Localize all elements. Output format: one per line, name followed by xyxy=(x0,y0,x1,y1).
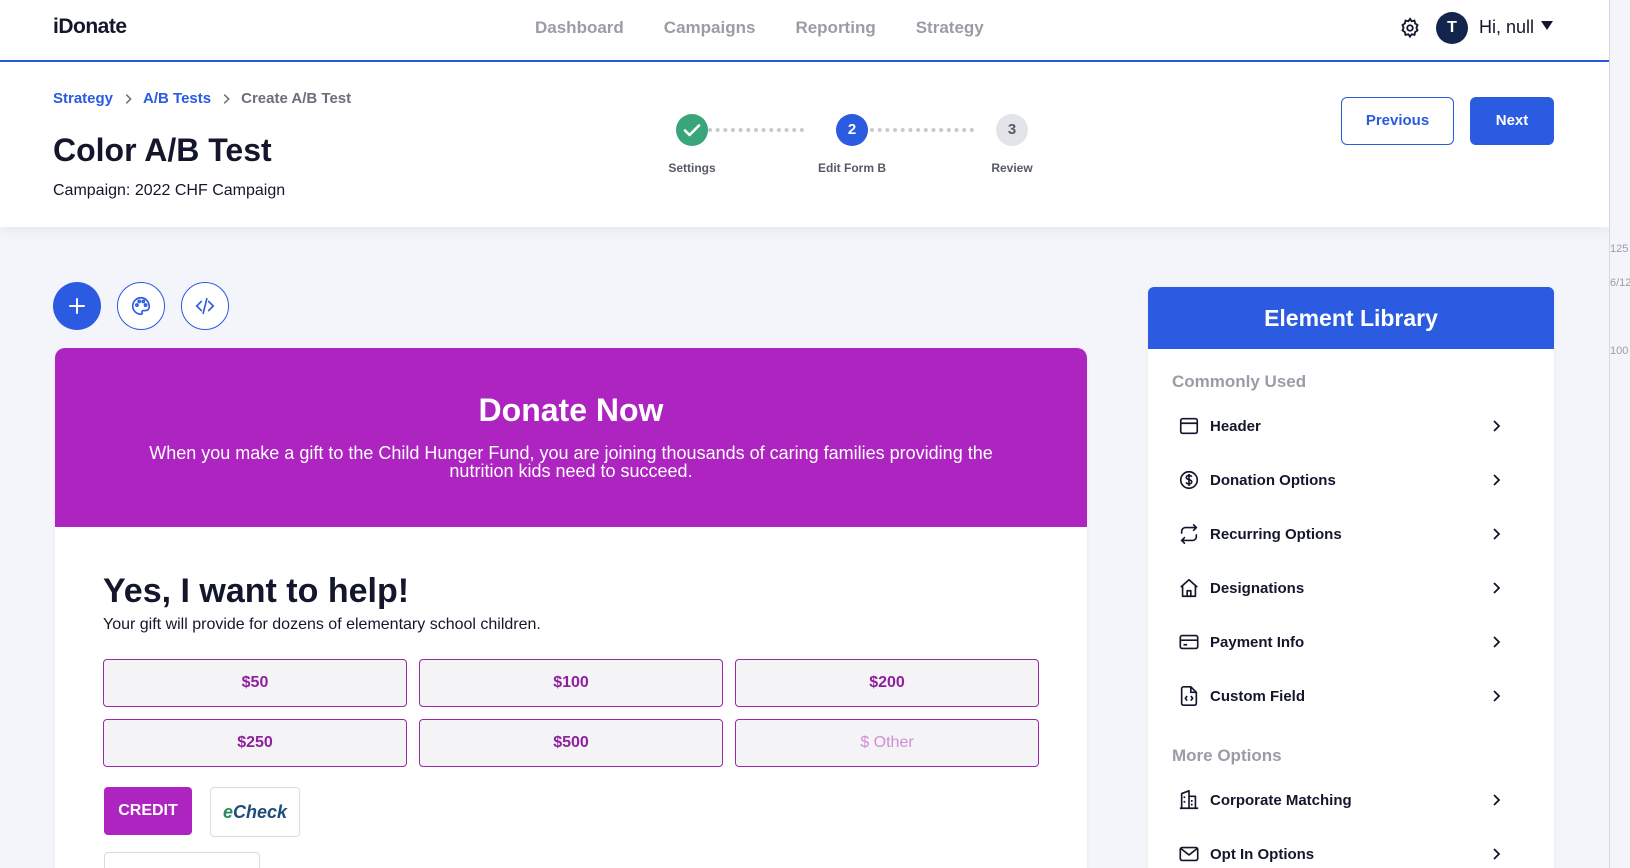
library-item-opt-in-options[interactable]: Opt In Options xyxy=(1172,834,1518,868)
chevron-right-icon xyxy=(1493,582,1501,594)
step-3-upcoming[interactable]: 3 xyxy=(996,114,1028,146)
next-button[interactable]: Next xyxy=(1470,97,1554,145)
chevron-right-icon xyxy=(1493,474,1501,486)
gear-icon[interactable] xyxy=(1399,17,1421,39)
library-item-payment-info[interactable]: Payment Info xyxy=(1172,622,1518,662)
library-item-label: Header xyxy=(1210,417,1261,435)
main-nav: Dashboard Campaigns Reporting Strategy xyxy=(535,18,984,38)
breadcrumb: Strategy A/B Tests Create A/B Test xyxy=(53,90,351,107)
code-button[interactable] xyxy=(181,282,229,330)
library-item-custom-field[interactable]: Custom Field xyxy=(1172,676,1518,716)
nav-reporting[interactable]: Reporting xyxy=(795,18,875,38)
library-item-header[interactable]: Header xyxy=(1172,406,1518,446)
adjacent-window-edge xyxy=(1609,0,1630,868)
form-preview: Donate Now When you make a gift to the C… xyxy=(55,348,1087,868)
library-title: Element Library xyxy=(1148,287,1554,349)
section-more-options: More Options xyxy=(1172,746,1282,765)
library-item-label: Donation Options xyxy=(1210,471,1336,489)
form-subheading: Your gift will provide for dozens of ele… xyxy=(103,616,541,633)
nav-dashboard[interactable]: Dashboard xyxy=(535,18,624,38)
edge-fragment: 6/12 xyxy=(1610,277,1630,289)
form-heading: Yes, I want to help! xyxy=(103,572,410,610)
chevron-right-icon xyxy=(1493,690,1501,702)
section-commonly-used: Commonly Used xyxy=(1172,372,1307,391)
chevron-right-icon xyxy=(125,93,132,104)
user-greeting[interactable]: Hi, null xyxy=(1479,17,1534,38)
caret-down-icon[interactable] xyxy=(1541,21,1553,30)
library-item-corporate-matching[interactable]: Corporate Matching xyxy=(1172,780,1518,820)
step-3-label: Review xyxy=(991,161,1033,175)
campaign-label: Campaign: xyxy=(53,182,131,199)
repeat-icon xyxy=(1180,524,1198,544)
code-icon xyxy=(195,297,215,315)
form-field[interactable] xyxy=(104,852,260,868)
banner-title: Donate Now xyxy=(478,392,664,428)
page-title: Color A/B Test xyxy=(53,132,272,168)
chevron-right-icon xyxy=(1493,848,1501,860)
echeck-payment-button[interactable]: eCheck xyxy=(210,787,300,837)
library-item-label: Designations xyxy=(1210,579,1305,597)
breadcrumb-current: Create A/B Test xyxy=(241,90,352,107)
step-2-active[interactable]: 2 xyxy=(836,114,868,146)
breadcrumb-strategy[interactable]: Strategy xyxy=(53,90,113,107)
echeck-prefix: e xyxy=(222,802,233,822)
file-code-icon xyxy=(1180,686,1198,706)
campaign-name: 2022 CHF Campaign xyxy=(134,182,286,199)
step-connector xyxy=(708,128,804,132)
form-banner[interactable]: Donate Now When you make a gift to the C… xyxy=(55,348,1087,527)
library-item-designations[interactable]: Designations xyxy=(1172,568,1518,608)
chevron-right-icon xyxy=(1493,528,1501,540)
dollar-circle-icon xyxy=(1179,470,1199,490)
credit-payment-button[interactable]: CREDIT xyxy=(104,787,192,835)
building-icon xyxy=(1179,790,1199,810)
banner-text: When you make a gift to the Child Hunger… xyxy=(149,443,993,481)
amount-option[interactable]: $50 xyxy=(103,659,407,707)
library-item-label: Recurring Options xyxy=(1210,525,1342,543)
home-icon xyxy=(1180,578,1198,598)
library-item-label: Opt In Options xyxy=(1210,845,1315,863)
chevron-right-icon xyxy=(223,93,230,104)
library-item-donation-options[interactable]: Donation Options xyxy=(1172,460,1518,500)
amount-option[interactable]: $500 xyxy=(419,719,723,767)
amount-option[interactable]: $100 xyxy=(419,659,723,707)
library-item-label: Corporate Matching xyxy=(1210,791,1352,809)
avatar[interactable]: T xyxy=(1436,12,1468,44)
add-element-button[interactable] xyxy=(53,282,101,330)
palette-icon xyxy=(132,296,151,316)
library-item-recurring-options[interactable]: Recurring Options xyxy=(1172,514,1518,554)
credit-card-icon xyxy=(1179,634,1199,650)
top-nav: iDonate Dashboard Campaigns Reporting St… xyxy=(0,0,1609,62)
chevron-right-icon xyxy=(1493,794,1501,806)
check-icon xyxy=(683,124,701,137)
app-logo[interactable]: iDonate xyxy=(53,15,127,39)
step-1-label: Settings xyxy=(668,161,716,175)
page-header: Strategy A/B Tests Create A/B Test Color… xyxy=(0,62,1609,227)
other-amount-input[interactable]: $ Other xyxy=(735,719,1039,767)
element-library: Element Library Commonly Used Header Don… xyxy=(1148,287,1554,868)
library-item-label: Payment Info xyxy=(1210,633,1305,651)
library-item-label: Custom Field xyxy=(1210,687,1306,705)
step-connector xyxy=(870,128,974,132)
nav-strategy[interactable]: Strategy xyxy=(916,18,984,38)
chevron-right-icon xyxy=(1493,420,1501,432)
amount-option[interactable]: $250 xyxy=(103,719,407,767)
amount-option[interactable]: $200 xyxy=(735,659,1039,707)
breadcrumb-ab-tests[interactable]: A/B Tests xyxy=(143,90,211,107)
nav-campaigns[interactable]: Campaigns xyxy=(664,18,756,38)
layout-icon xyxy=(1179,417,1199,435)
edge-fragment: 100 xyxy=(1610,345,1629,357)
mail-icon xyxy=(1179,846,1199,862)
previous-button[interactable]: Previous xyxy=(1341,97,1454,145)
step-2-label: Edit Form B xyxy=(818,161,886,175)
theme-button[interactable] xyxy=(117,282,165,330)
echeck-label: Check xyxy=(232,802,288,822)
plus-icon xyxy=(69,298,85,314)
edge-fragment: 125 xyxy=(1610,243,1629,255)
progress-stepper: 2 3 Settings Edit Form B Review xyxy=(660,114,1050,184)
chevron-right-icon xyxy=(1493,636,1501,648)
campaign-info: Campaign: 2022 CHF Campaign xyxy=(53,182,285,200)
step-1-complete[interactable] xyxy=(676,114,708,146)
